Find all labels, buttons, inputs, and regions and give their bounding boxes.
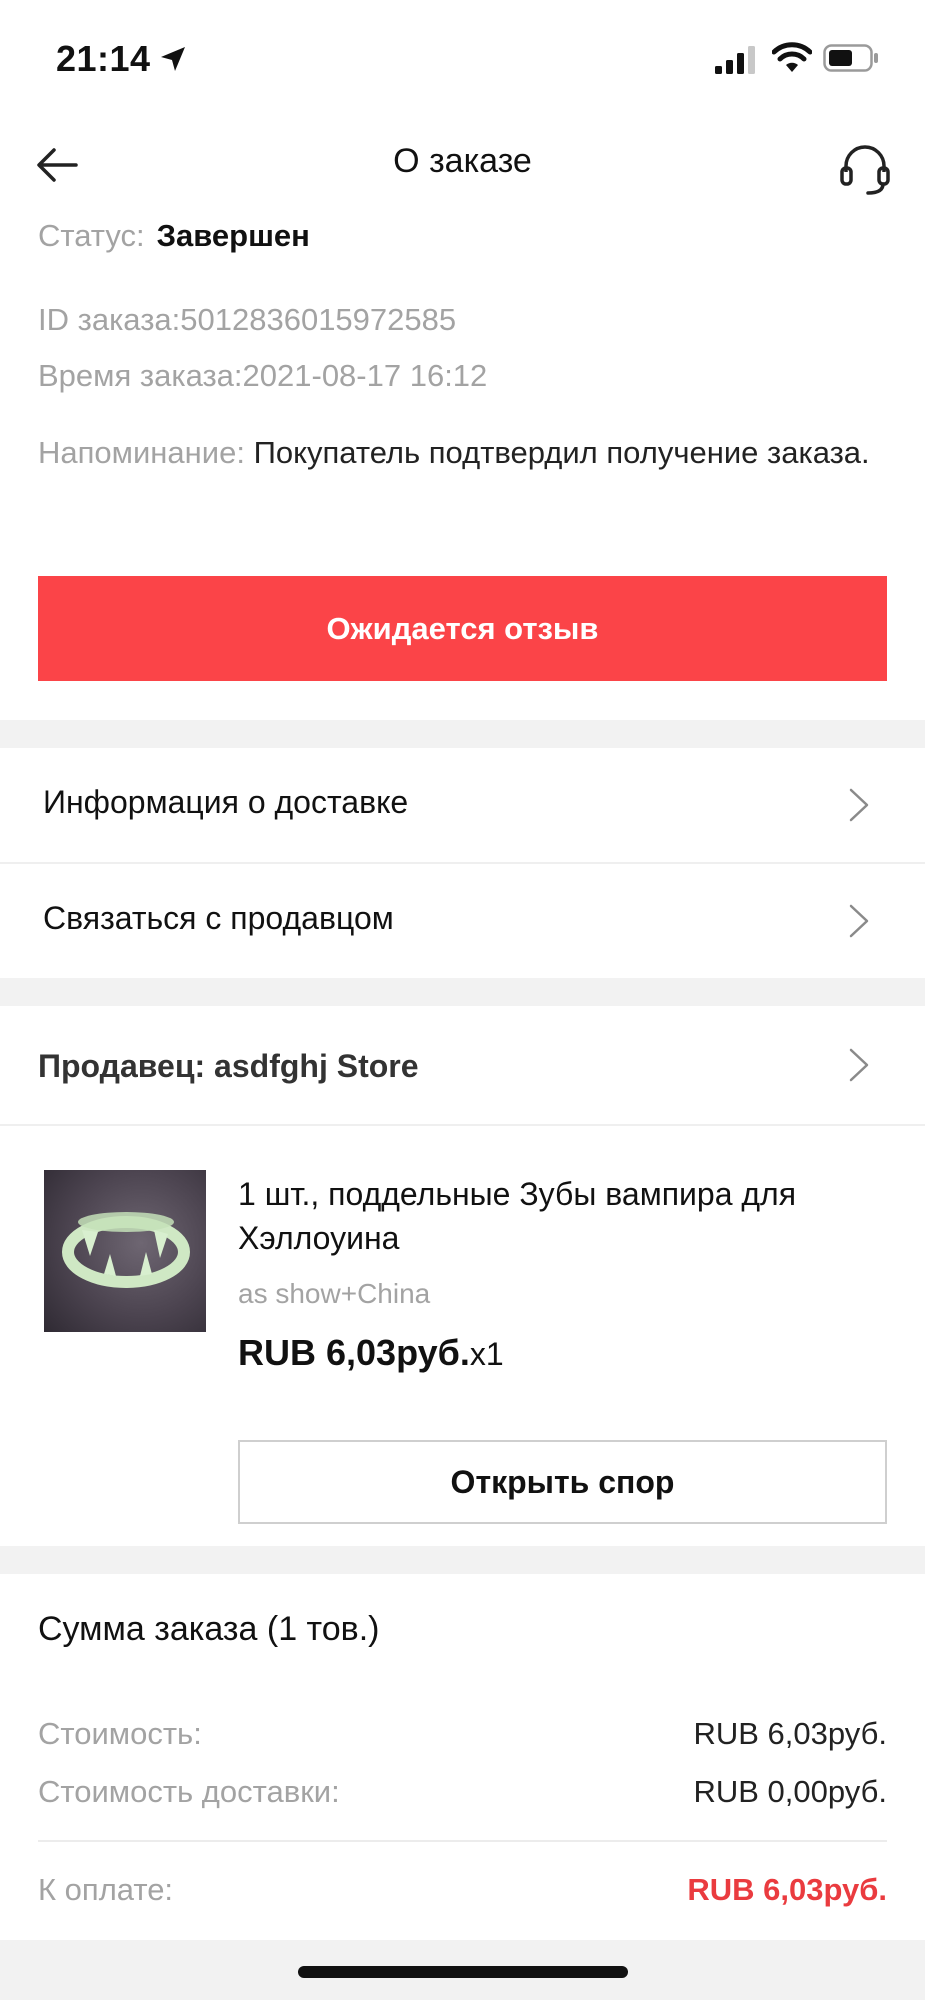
chevron-right-icon (849, 788, 869, 822)
contact-seller-row[interactable]: Связаться с продавцом (0, 864, 925, 978)
delivery-info-label: Информация о доставке (43, 784, 409, 820)
summary-separator (38, 1840, 887, 1842)
wifi-icon (772, 42, 812, 72)
page-title: О заказе (393, 142, 532, 180)
headset-icon[interactable] (836, 138, 894, 196)
status-bar: 21:14 (0, 0, 925, 110)
delivery-info-row[interactable]: Информация о доставке (0, 748, 925, 862)
total-row: К оплате: RUB 6,03руб. (38, 1872, 887, 1916)
order-id: ID заказа:5012836015972585 (38, 302, 457, 337)
section-divider (0, 720, 925, 748)
order-time: Время заказа:2021-08-17 16:12 (38, 358, 488, 393)
cost-value: RUB 6,03руб. (693, 1716, 887, 1751)
product-quantity: x1 (469, 1336, 504, 1372)
shipping-value: RUB 0,00руб. (693, 1774, 887, 1809)
cost-label: Стоимость: (38, 1716, 202, 1751)
shipping-row: Стоимость доставки: RUB 0,00руб. (38, 1774, 887, 1818)
clock: 21:14 (56, 38, 151, 79)
nav-bar: О заказе (0, 120, 925, 210)
contact-seller-label: Связаться с продавцом (43, 900, 394, 936)
product-variant: as show+China (238, 1278, 431, 1309)
reminder-label: Напоминание: (38, 435, 245, 470)
order-reminder: Напоминание: Покупатель подтвердил получ… (38, 430, 888, 476)
product-price-value: RUB 6,03руб. (238, 1332, 470, 1373)
battery-icon (823, 44, 878, 72)
row-separator (0, 1124, 925, 1126)
order-status: Статус: Завершен (38, 218, 310, 254)
status-value: Завершен (156, 218, 310, 253)
product-image[interactable] (44, 1170, 206, 1332)
product-title[interactable]: 1 шт., поддельные Зубы вампира для Хэлло… (238, 1172, 878, 1260)
chevron-right-icon (849, 1048, 869, 1082)
home-indicator[interactable] (298, 1966, 628, 1978)
section-divider (0, 1546, 925, 1574)
seller-name: Продавец: asdfghj Store (38, 1048, 419, 1084)
product-price: RUB 6,03руб.x1 (238, 1332, 504, 1374)
chevron-right-icon (849, 904, 869, 938)
status-label: Статус: (38, 218, 145, 253)
vampire-teeth-image (62, 1212, 190, 1288)
total-value: RUB 6,03руб. (687, 1872, 887, 1907)
reminder-text: Покупатель подтвердил получение заказа. (253, 435, 870, 470)
awaiting-review-button[interactable]: Ожидается отзыв (38, 576, 887, 681)
cost-row: Стоимость: RUB 6,03руб. (38, 1716, 887, 1760)
location-arrow-icon (161, 47, 185, 71)
open-dispute-button[interactable]: Открыть спор (238, 1440, 887, 1524)
cellular-signal-icon (715, 46, 755, 74)
seller-row[interactable]: Продавец: asdfghj Store (0, 1006, 925, 1126)
order-summary-title: Сумма заказа (1 тов.) (38, 1610, 380, 1648)
total-label: К оплате: (38, 1872, 174, 1907)
section-divider (0, 978, 925, 1006)
shipping-label: Стоимость доставки: (38, 1774, 340, 1809)
